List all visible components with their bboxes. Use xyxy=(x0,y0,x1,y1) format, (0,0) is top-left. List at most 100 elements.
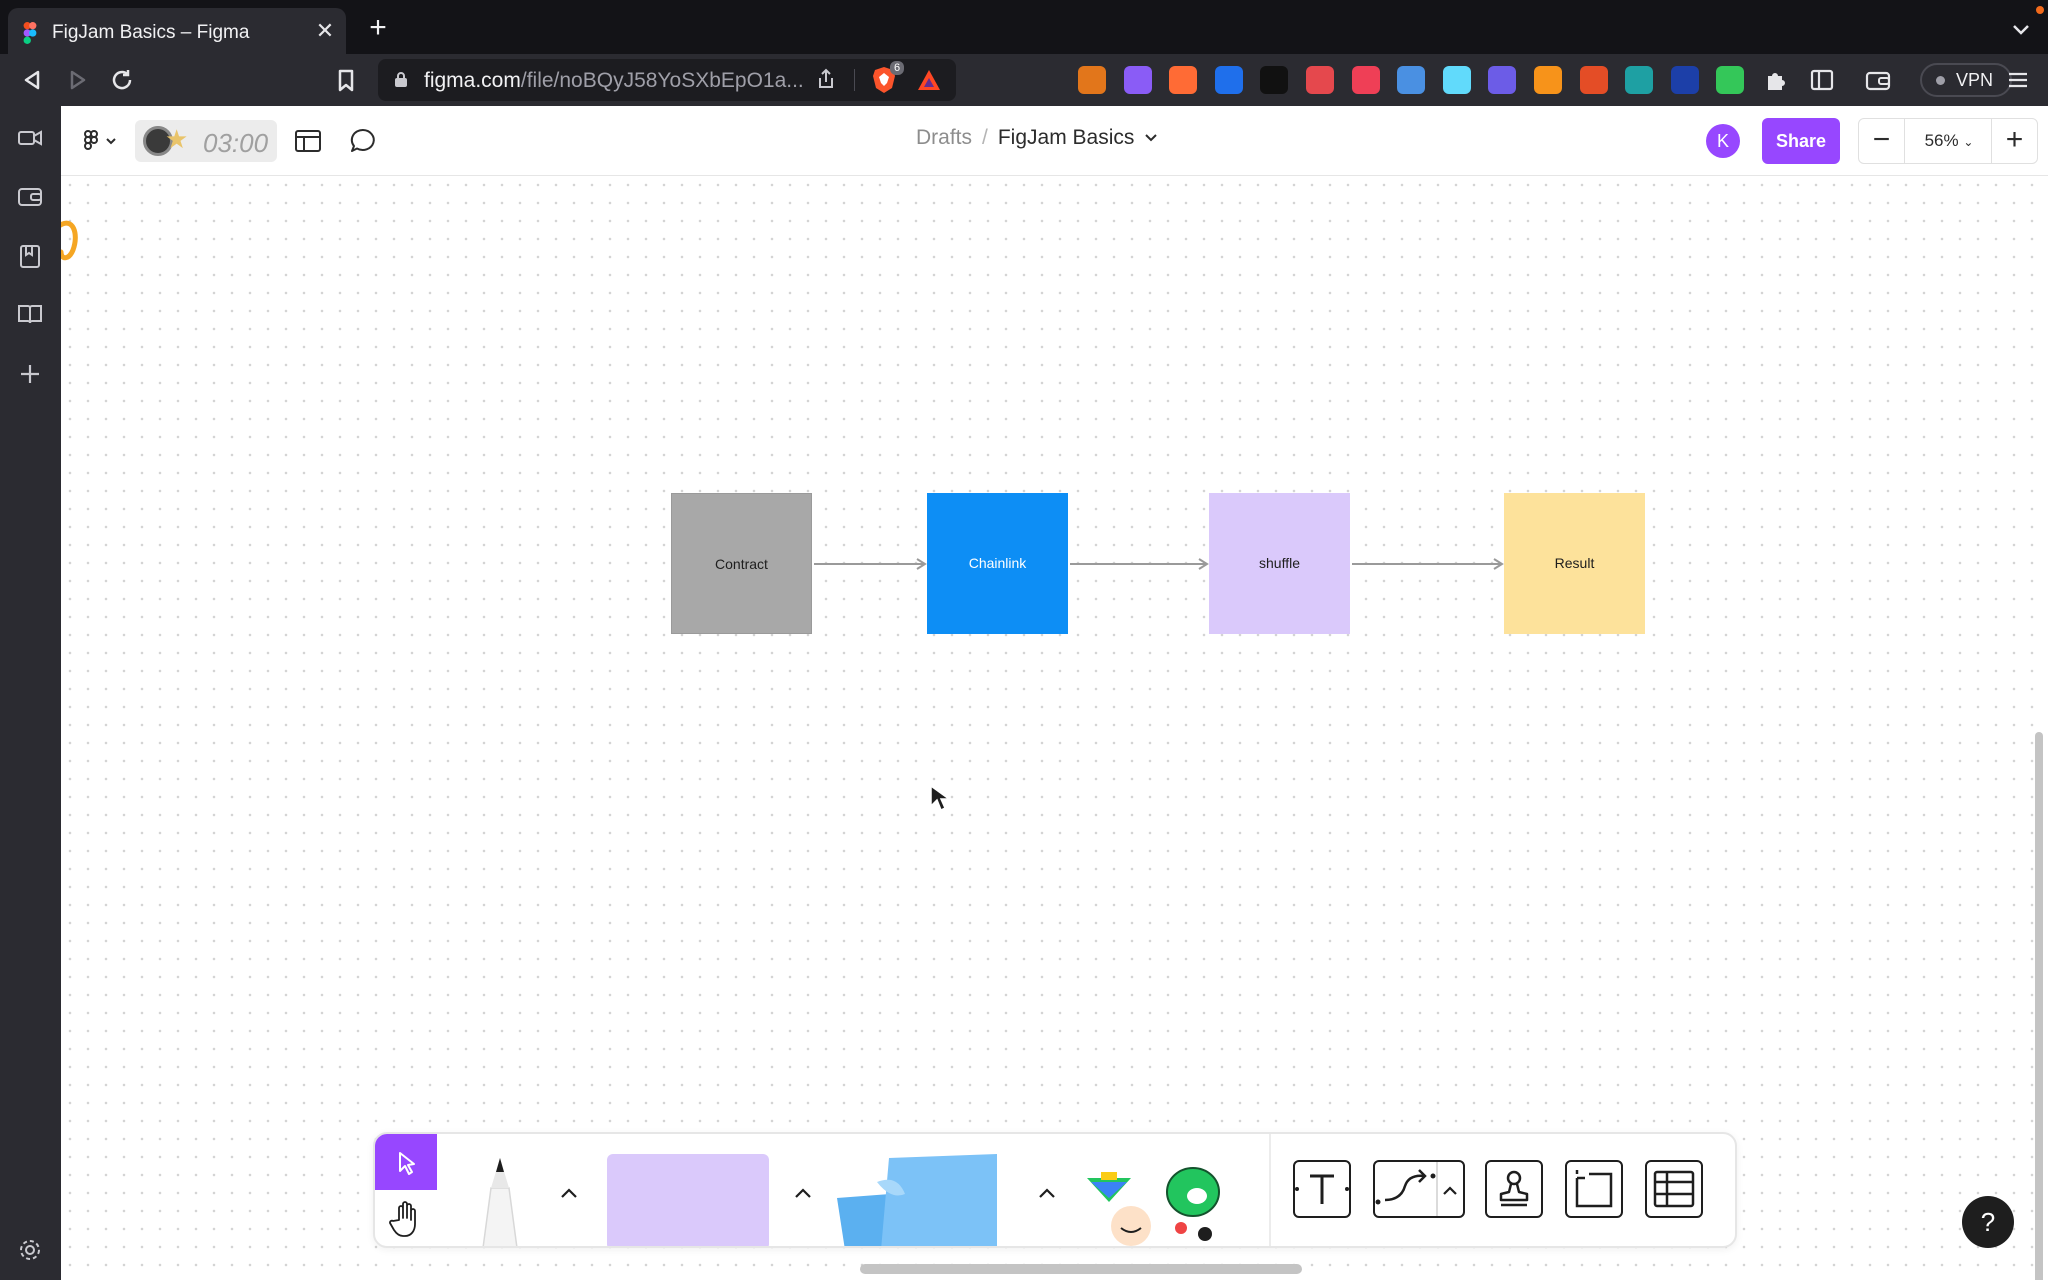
video-icon[interactable] xyxy=(16,124,44,152)
browser-toolbar: figma.com/file/noBQyJ58YoSXbEpO1a... 6 V… xyxy=(0,54,2048,106)
table-tool[interactable] xyxy=(1645,1160,1703,1218)
comment-icon[interactable] xyxy=(348,126,378,156)
star-icon: ★ xyxy=(165,124,189,154)
zoom-controls: − 56% ⌄ + xyxy=(1858,118,2038,164)
brave-rewards-icon[interactable] xyxy=(916,67,942,93)
node-contract[interactable]: Contract xyxy=(671,493,812,634)
extension-dark-icon[interactable] xyxy=(1260,66,1288,94)
sidebar-settings-icon[interactable] xyxy=(16,1236,44,1264)
extension-blue-icon[interactable] xyxy=(1671,66,1699,94)
breadcrumb: Drafts / FigJam Basics xyxy=(916,126,1158,156)
tab-list-chevron-icon[interactable] xyxy=(2006,14,2036,44)
back-icon[interactable] xyxy=(14,62,50,98)
stickers-tool[interactable] xyxy=(1081,1162,1233,1248)
hand-tool[interactable] xyxy=(375,1190,437,1246)
share-page-icon[interactable] xyxy=(814,67,838,91)
extension-red-icon[interactable] xyxy=(1306,66,1334,94)
file-menu-chevron-icon[interactable] xyxy=(1144,133,1158,143)
text-tool[interactable] xyxy=(1293,1160,1351,1218)
recording-dot-icon xyxy=(2036,6,2044,14)
extension-v-icon[interactable] xyxy=(1625,66,1653,94)
node-result[interactable]: Result xyxy=(1504,493,1645,634)
templates-icon[interactable] xyxy=(293,126,323,156)
chevron-down-icon: ⌄ xyxy=(1963,135,1974,149)
wallet-icon[interactable] xyxy=(1864,66,1892,94)
select-tool[interactable] xyxy=(375,1134,437,1190)
extension-drop-icon[interactable] xyxy=(1397,66,1425,94)
stamp-icon xyxy=(1499,1170,1529,1207)
help-button[interactable]: ? xyxy=(1962,1196,2014,1248)
reading-list-icon[interactable] xyxy=(16,300,44,328)
sticky-note-tool[interactable] xyxy=(821,1154,1001,1248)
section-tool[interactable] xyxy=(1565,1160,1623,1218)
figma-favicon-icon xyxy=(23,22,37,44)
vertical-scrollbar[interactable] xyxy=(2035,732,2043,1280)
browser-tab-bar: FigJam Basics – Figma ✕ + xyxy=(0,0,2048,56)
add-sidebar-item-icon[interactable] xyxy=(16,360,44,388)
browser-sidebar xyxy=(0,106,61,1280)
browser-menu-icon[interactable] xyxy=(2006,68,2030,92)
connector-curve-icon xyxy=(1375,1162,1457,1216)
reload-icon[interactable] xyxy=(104,62,140,98)
hand-icon xyxy=(389,1201,416,1237)
text-t-icon xyxy=(1295,1174,1349,1204)
breadcrumb-separator: / xyxy=(982,126,988,149)
url-text: figma.com/file/noBQyJ58YoSXbEpO1a... xyxy=(424,69,804,93)
extension-purple-icon[interactable] xyxy=(1124,66,1152,94)
offscreen-shape[interactable] xyxy=(61,216,85,266)
sticky-options-chevron-icon[interactable] xyxy=(1037,1186,1057,1200)
extension-pocket-icon[interactable] xyxy=(1352,66,1380,94)
zoom-in-button[interactable]: + xyxy=(1991,119,2037,163)
address-bar[interactable]: figma.com/file/noBQyJ58YoSXbEpO1a... 6 xyxy=(378,59,956,101)
marker-options-chevron-icon[interactable] xyxy=(559,1186,579,1200)
brave-shields-count: 6 xyxy=(890,61,905,75)
tab-close-icon[interactable]: ✕ xyxy=(310,16,340,46)
file-name[interactable]: FigJam Basics xyxy=(998,126,1135,149)
timer-widget[interactable]: ★ 03:00 xyxy=(135,120,277,162)
zoom-out-button[interactable]: − xyxy=(1859,119,1905,163)
tab-title: FigJam Basics – Figma xyxy=(52,22,250,43)
zoom-level: 56% xyxy=(1924,131,1959,150)
extension-green-icon[interactable] xyxy=(1716,66,1744,94)
creation-toolbar xyxy=(373,1132,1737,1248)
main-menu-button[interactable] xyxy=(81,126,125,156)
node-chainlink[interactable]: Chainlink xyxy=(927,493,1068,634)
extension-k-icon[interactable] xyxy=(1215,66,1243,94)
shape-tool[interactable] xyxy=(607,1154,769,1246)
extension-colorful-icon[interactable] xyxy=(1580,66,1608,94)
figjam-topbar: ★ 03:00 Drafts / FigJam Basics K Share − 5… xyxy=(61,106,2048,176)
browser-tab[interactable]: FigJam Basics – Figma ✕ xyxy=(8,8,346,56)
extension-orange-icon[interactable] xyxy=(1169,66,1197,94)
board-canvas[interactable]: Contract Chainlink shuffle Result xyxy=(61,176,2048,1280)
marker-tool[interactable] xyxy=(465,1152,535,1248)
forward-icon[interactable] xyxy=(60,62,96,98)
chevron-down-icon xyxy=(106,138,116,145)
metamask-extension-icon[interactable] xyxy=(1078,66,1106,94)
bookmarks-sidebar-icon[interactable] xyxy=(16,242,44,270)
wallet-sidebar-icon[interactable] xyxy=(16,182,44,210)
bookmark-icon[interactable] xyxy=(328,62,364,98)
extension-coin-icon[interactable] xyxy=(1534,66,1562,94)
zoom-level-dropdown[interactable]: 56% ⌄ xyxy=(1905,119,1993,163)
stamp-tool[interactable] xyxy=(1485,1160,1543,1218)
figjam-app: Contract Chainlink shuffle Result ★ 03:0… xyxy=(61,106,2048,1280)
table-grid-icon xyxy=(1653,1170,1695,1208)
toolbar-divider xyxy=(1269,1134,1271,1246)
new-tab-button[interactable]: + xyxy=(362,13,394,45)
vpn-button[interactable]: VPN xyxy=(1920,63,2012,97)
lock-icon xyxy=(395,72,407,87)
shape-options-chevron-icon[interactable] xyxy=(793,1186,813,1200)
node-shuffle[interactable]: shuffle xyxy=(1209,493,1350,634)
breadcrumb-drafts[interactable]: Drafts xyxy=(916,126,972,149)
connector-tool[interactable] xyxy=(1373,1160,1465,1218)
share-button[interactable]: Share xyxy=(1762,118,1840,164)
sidebar-toggle-icon[interactable] xyxy=(1808,66,1836,94)
user-avatar[interactable]: K xyxy=(1706,124,1740,158)
react-devtools-icon[interactable] xyxy=(1443,66,1471,94)
section-frame-icon xyxy=(1575,1170,1613,1208)
extension-chat-icon[interactable] xyxy=(1488,66,1516,94)
extensions-puzzle-icon[interactable] xyxy=(1762,66,1790,94)
figma-logo-icon xyxy=(84,130,98,150)
connectors-layer xyxy=(814,558,1504,570)
horizontal-scrollbar[interactable] xyxy=(860,1264,1302,1274)
